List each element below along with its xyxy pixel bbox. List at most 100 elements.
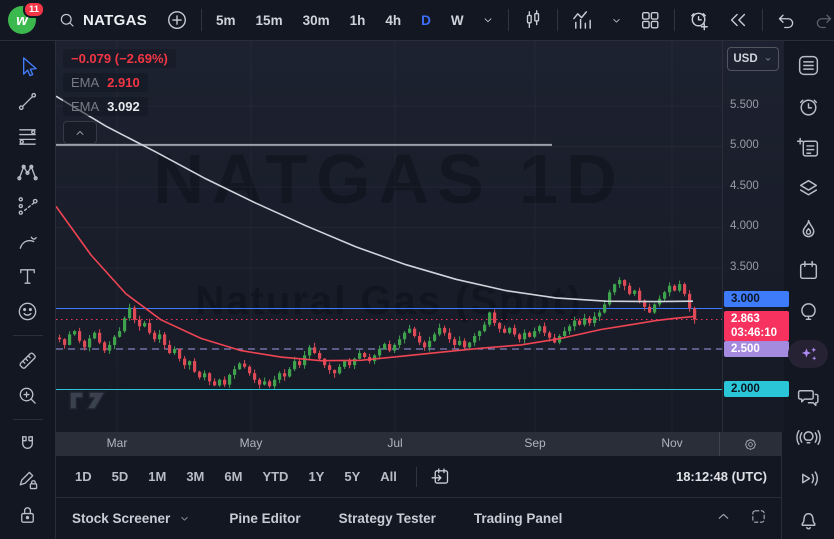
interval-30m[interactable]: 30m [303, 13, 330, 28]
lock-all-tool[interactable] [11, 499, 45, 529]
ai-assistant-button[interactable] [788, 340, 828, 368]
countdown: 03:46:10 [731, 326, 789, 340]
chevron-down-icon [610, 14, 623, 27]
currency-dropdown[interactable]: USD [727, 47, 779, 71]
price-tag-2.500: 2.500 [724, 341, 789, 357]
range-5y[interactable]: 5Y [335, 465, 369, 488]
lock-icon [16, 503, 39, 526]
toolbar-separator [416, 467, 417, 487]
cursor-tool[interactable] [11, 51, 45, 81]
chart-canvas[interactable]: NATGAS 1D Natural Gas (Spot) −0.079 (−2.… [56, 41, 722, 432]
interval-D[interactable]: D [421, 13, 431, 28]
ema-fast-row: EMA2.910 [63, 73, 148, 92]
forecast-tool[interactable] [11, 191, 45, 221]
panel-tab-trading-panel[interactable]: Trading Panel [474, 511, 563, 526]
undo-button[interactable] [773, 7, 800, 34]
bar-replay-button[interactable] [724, 6, 752, 34]
app-logo[interactable]: w 11 [6, 3, 42, 37]
live-ideas-button[interactable] [794, 425, 822, 450]
range-ytd[interactable]: YTD [253, 465, 297, 488]
drawing-lock-tool[interactable] [11, 464, 45, 494]
symbol-search[interactable]: NATGAS [52, 7, 153, 33]
interval-dropdown-button[interactable] [478, 10, 498, 30]
measure-tool[interactable] [11, 345, 45, 375]
toolbar-separator [557, 9, 558, 31]
panel-tab-strategy-tester[interactable]: Strategy Tester [339, 511, 436, 526]
interval-W[interactable]: W [451, 13, 464, 28]
panel-tab-stock-screener[interactable]: Stock Screener [72, 511, 191, 526]
text-tool[interactable] [11, 261, 45, 291]
legend-collapse-button[interactable] [63, 121, 97, 144]
price-tick-4.000: 4.000 [730, 220, 759, 232]
text-icon [16, 265, 39, 288]
broadcast-bulb-icon [796, 425, 821, 450]
panel-maximize-button[interactable] [750, 508, 767, 530]
interval-15m[interactable]: 15m [256, 13, 283, 28]
object-tree-button[interactable] [794, 176, 822, 201]
notification-badge: 11 [23, 1, 45, 18]
go-to-date-button[interactable] [427, 463, 454, 490]
streams-button[interactable] [794, 466, 822, 491]
dashed-square-icon [750, 508, 767, 525]
trend-line-icon [16, 90, 39, 113]
axis-settings-corner[interactable] [719, 432, 781, 456]
range-3m[interactable]: 3M [177, 465, 213, 488]
indicators-button[interactable] [568, 6, 597, 35]
chevron-up-icon [74, 127, 86, 139]
fib-retracement-tool[interactable] [11, 121, 45, 151]
notifications-button[interactable] [794, 507, 822, 532]
interval-1h[interactable]: 1h [350, 13, 366, 28]
price-axis[interactable]: USD 5.5005.0004.5004.0003.5003.0002.5002… [722, 41, 784, 432]
range-all[interactable]: All [371, 465, 406, 488]
time-label-nov: Nov [661, 436, 682, 450]
redo-button[interactable] [810, 7, 834, 34]
time-label-may: May [240, 436, 263, 450]
time-axis[interactable]: MarMayJulSepNov [56, 432, 781, 456]
toolbar-separator [674, 9, 675, 31]
compare-add-button[interactable] [163, 6, 191, 34]
symbol-name: NATGAS [83, 12, 147, 29]
chevron-down-icon [763, 54, 773, 64]
layout-grid-button[interactable] [636, 6, 664, 34]
chevron-down-icon [178, 512, 191, 525]
brush-tool[interactable] [11, 226, 45, 256]
panel-expand-button[interactable] [715, 508, 732, 530]
price-tag-2.863: 2.86303:46:10 [724, 311, 789, 341]
range-1d[interactable]: 1D [66, 465, 101, 488]
zoom-in-tool[interactable] [11, 380, 45, 410]
emoji-tool[interactable] [11, 296, 45, 326]
news-button[interactable] [794, 135, 822, 160]
trend-line-tool[interactable] [11, 86, 45, 116]
alert-clock-icon [688, 9, 711, 32]
alerts-button[interactable] [794, 94, 822, 119]
watchlist-button[interactable] [794, 53, 822, 78]
pencil-lock-icon [16, 468, 39, 491]
currency-label: USD [733, 53, 757, 65]
pattern-tool[interactable] [11, 156, 45, 186]
range-1m[interactable]: 1M [139, 465, 175, 488]
price-tick-4.500: 4.500 [730, 180, 759, 192]
calendar-button[interactable] [794, 258, 822, 283]
toolbar-separator [508, 9, 509, 31]
ideas-button[interactable] [794, 299, 822, 324]
chat-button[interactable] [794, 384, 822, 409]
price-tick-5.500: 5.500 [730, 99, 759, 111]
range-1y[interactable]: 1Y [299, 465, 333, 488]
chart-row: NATGAS 1D Natural Gas (Spot) −0.079 (−2.… [56, 41, 781, 432]
magnet-tool[interactable] [11, 429, 45, 459]
create-alert-button[interactable] [685, 6, 714, 35]
range-5d[interactable]: 5D [103, 465, 138, 488]
interval-switcher: 5m 15m 30m 1h 4h D W [212, 13, 468, 28]
price-tick-3.500: 3.500 [730, 261, 759, 273]
range-6m[interactable]: 6M [215, 465, 251, 488]
hotlists-button[interactable] [794, 217, 822, 242]
panel-tab-pine-editor[interactable]: Pine Editor [229, 511, 300, 526]
date-range-toolbar: 1D5D1M3M6MYTD1Y5YAll 18:12:48 (UTC) [56, 456, 781, 498]
zoom-in-icon [16, 384, 39, 407]
ruler-icon [16, 349, 39, 372]
interval-5m[interactable]: 5m [216, 13, 236, 28]
indicators-dropdown-button[interactable] [607, 11, 626, 30]
chart-style-button[interactable] [519, 6, 547, 34]
interval-4h[interactable]: 4h [385, 13, 401, 28]
ema-slow-value: 3.092 [107, 99, 140, 114]
